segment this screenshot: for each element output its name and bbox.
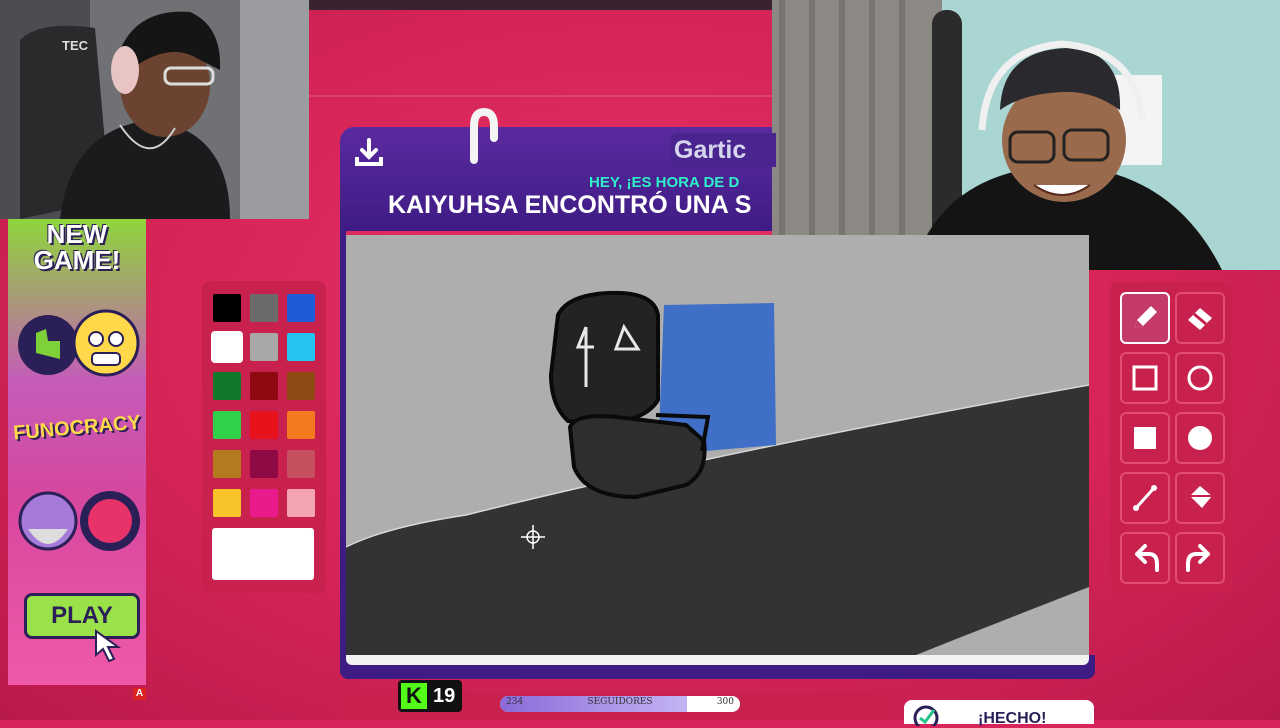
kick-viewer-badge: K 19 bbox=[398, 680, 462, 712]
ellipse-fill-tool[interactable] bbox=[1175, 412, 1225, 464]
game-subtitle: HEY, ¡ES HORA DE D bbox=[589, 174, 740, 191]
eraser-tool[interactable] bbox=[1175, 292, 1225, 344]
game-logo: Gartic bbox=[670, 133, 776, 167]
drawing-content bbox=[346, 290, 1089, 655]
square-fill-icon bbox=[1134, 427, 1156, 449]
ad-characters-bottom bbox=[18, 491, 140, 551]
download-icon[interactable] bbox=[353, 137, 385, 169]
ad-badge[interactable]: A bbox=[133, 688, 146, 700]
ad-title-line2: GAME! bbox=[33, 245, 121, 275]
line-icon bbox=[1133, 485, 1157, 511]
webcam-left: TEC bbox=[0, 0, 309, 219]
ad-title-line1: NEW bbox=[46, 219, 108, 249]
ad-banner[interactable]: NEW GAME! FUNOCRACY PLAY bbox=[8, 219, 146, 685]
circle-fill-icon bbox=[1188, 426, 1212, 450]
webcam-left-scene: TEC bbox=[0, 0, 309, 219]
color-swatch[interactable] bbox=[213, 372, 241, 400]
color-swatch[interactable] bbox=[287, 450, 315, 478]
game-headline: KAIYUHSA ENCONTRÓ UNA S bbox=[388, 191, 752, 219]
square-outline-icon bbox=[1132, 365, 1158, 391]
ad-characters-top bbox=[18, 309, 140, 377]
color-swatch[interactable] bbox=[213, 411, 241, 439]
cursor-arrow-icon bbox=[95, 629, 122, 663]
followers-goal-bar: 234 SEGUIDORES 300 bbox=[500, 696, 740, 712]
bucket-icon bbox=[1190, 486, 1212, 508]
color-swatch[interactable] bbox=[213, 294, 241, 322]
kick-logo-icon: K bbox=[401, 683, 427, 709]
redo-icon bbox=[1186, 544, 1210, 572]
color-swatch[interactable] bbox=[250, 450, 278, 478]
pencil-tool[interactable] bbox=[1120, 292, 1170, 344]
current-color-preview bbox=[212, 528, 314, 580]
line-tool[interactable] bbox=[1120, 472, 1170, 524]
undo-tool[interactable] bbox=[1120, 532, 1170, 584]
color-swatch[interactable] bbox=[250, 333, 278, 361]
done-button[interactable]: ¡HECHO! bbox=[904, 700, 1094, 727]
svg-text:TEC: TEC bbox=[62, 38, 89, 53]
eraser-icon bbox=[1188, 308, 1212, 330]
webcam-right-scene bbox=[772, 0, 1280, 270]
redo-tool[interactable] bbox=[1175, 532, 1225, 584]
color-swatch[interactable] bbox=[211, 331, 243, 363]
color-swatch[interactable] bbox=[287, 372, 315, 400]
color-swatch[interactable] bbox=[287, 489, 315, 517]
color-swatch[interactable] bbox=[287, 333, 315, 361]
hook-icon bbox=[470, 108, 498, 164]
pencil-icon bbox=[1135, 306, 1157, 328]
color-swatch[interactable] bbox=[287, 411, 315, 439]
done-label: ¡HECHO! bbox=[978, 710, 1047, 727]
followers-label: SEGUIDORES bbox=[587, 697, 653, 707]
color-swatch[interactable] bbox=[250, 489, 278, 517]
drawing-canvas[interactable] bbox=[346, 235, 1089, 655]
rectangle-fill-tool[interactable] bbox=[1120, 412, 1170, 464]
check-circle-icon bbox=[913, 705, 939, 726]
ad-brand: FUNOCRACY bbox=[12, 411, 142, 445]
circle-outline-icon bbox=[1187, 365, 1213, 391]
kick-viewer-count: 19 bbox=[433, 684, 456, 707]
fill-bucket-tool[interactable] bbox=[1175, 472, 1225, 524]
webcam-right bbox=[772, 0, 1280, 270]
color-swatch[interactable] bbox=[213, 489, 241, 517]
undo-icon bbox=[1135, 544, 1159, 572]
followers-goal: 300 bbox=[716, 697, 734, 707]
color-swatch[interactable] bbox=[250, 294, 278, 322]
color-swatch[interactable] bbox=[213, 450, 241, 478]
color-swatch[interactable] bbox=[287, 294, 315, 322]
rectangle-outline-tool[interactable] bbox=[1120, 352, 1170, 404]
ad-title: NEW GAME! bbox=[8, 221, 146, 273]
canvas-bottom-frame bbox=[340, 655, 1095, 679]
ellipse-outline-tool[interactable] bbox=[1175, 352, 1225, 404]
color-swatch[interactable] bbox=[250, 372, 278, 400]
color-swatch[interactable] bbox=[250, 411, 278, 439]
